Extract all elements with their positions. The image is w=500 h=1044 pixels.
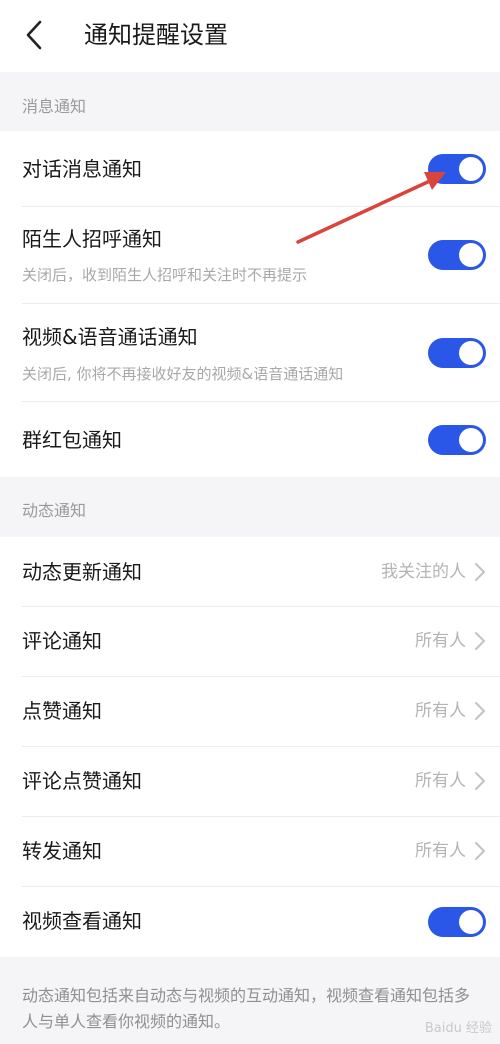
row-group-red-packet: 群红包通知 — [0, 402, 500, 477]
toggle-knob — [459, 341, 483, 365]
toggle-knob — [459, 243, 483, 267]
row-value: 所有人 — [415, 631, 466, 651]
footer-note: 动态通知包括来自动态与视频的互动通知，视频查看通知包括多人与单人查看你视频的通知… — [22, 986, 471, 1031]
section-label-feed: 动态通知 — [22, 501, 87, 520]
row-title: 动态更新通知 — [22, 560, 142, 584]
row-title: 群红包通知 — [22, 428, 122, 452]
watermark-logo: Baidu 经验 — [424, 1021, 492, 1036]
video-view-toggle[interactable] — [428, 907, 486, 937]
row-title: 视频&语音通话通知 — [22, 325, 198, 349]
row-subtitle: 关闭后, 你将不再接收好友的视频&语音通话通知 — [22, 365, 344, 383]
row-forward[interactable]: 转发通知 所有人 — [0, 817, 500, 887]
chevron-left-icon[interactable] — [20, 18, 50, 52]
row-title: 评论通知 — [22, 629, 102, 653]
row-video-view: 视频查看通知 — [0, 887, 500, 957]
row-title: 转发通知 — [22, 839, 102, 863]
toggle-knob — [459, 910, 483, 934]
row-stranger-greeting: 陌生人招呼通知 关闭后，收到陌生人招呼和关注时不再提示 — [0, 207, 500, 304]
row-value: 所有人 — [415, 701, 466, 721]
page-title: 通知提醒设置 — [84, 21, 228, 49]
chevron-right-icon — [475, 632, 485, 650]
message-settings-group: 对话消息通知 陌生人招呼通知 关闭后，收到陌生人招呼和关注时不再提示 视频&语音… — [0, 131, 500, 477]
row-value: 我关注的人 — [381, 562, 466, 582]
feed-settings-group: 动态更新通知 我关注的人 评论通知 所有人 点赞通知 所有人 评论点赞通知 所有… — [0, 537, 500, 957]
row-dialog-notification: 对话消息通知 — [0, 131, 500, 207]
row-feed-update[interactable]: 动态更新通知 我关注的人 — [0, 537, 500, 607]
row-comment[interactable]: 评论通知 所有人 — [0, 607, 500, 677]
row-title: 评论点赞通知 — [22, 769, 142, 793]
row-title: 视频查看通知 — [22, 909, 142, 933]
top-bar: 通知提醒设置 — [0, 0, 500, 72]
group-red-packet-toggle[interactable] — [428, 425, 486, 455]
toggle-knob — [459, 428, 483, 452]
chevron-right-icon — [475, 702, 485, 720]
row-value: 所有人 — [415, 841, 466, 861]
toggle-knob — [459, 157, 483, 181]
video-voice-call-toggle[interactable] — [428, 338, 486, 368]
row-like[interactable]: 点赞通知 所有人 — [0, 677, 500, 747]
row-title: 陌生人招呼通知 — [22, 227, 162, 251]
stranger-greeting-toggle[interactable] — [428, 240, 486, 270]
row-title: 点赞通知 — [22, 699, 102, 723]
row-subtitle: 关闭后，收到陌生人招呼和关注时不再提示 — [22, 266, 308, 284]
row-comment-like[interactable]: 评论点赞通知 所有人 — [0, 747, 500, 817]
row-value: 所有人 — [415, 771, 466, 791]
dialog-notification-toggle[interactable] — [428, 154, 486, 184]
section-label-message: 消息通知 — [22, 97, 87, 116]
chevron-right-icon — [475, 563, 485, 581]
row-video-voice-call: 视频&语音通话通知 关闭后, 你将不再接收好友的视频&语音通话通知 — [0, 304, 500, 402]
row-title: 对话消息通知 — [22, 157, 142, 181]
chevron-right-icon — [475, 842, 485, 860]
chevron-right-icon — [475, 772, 485, 790]
